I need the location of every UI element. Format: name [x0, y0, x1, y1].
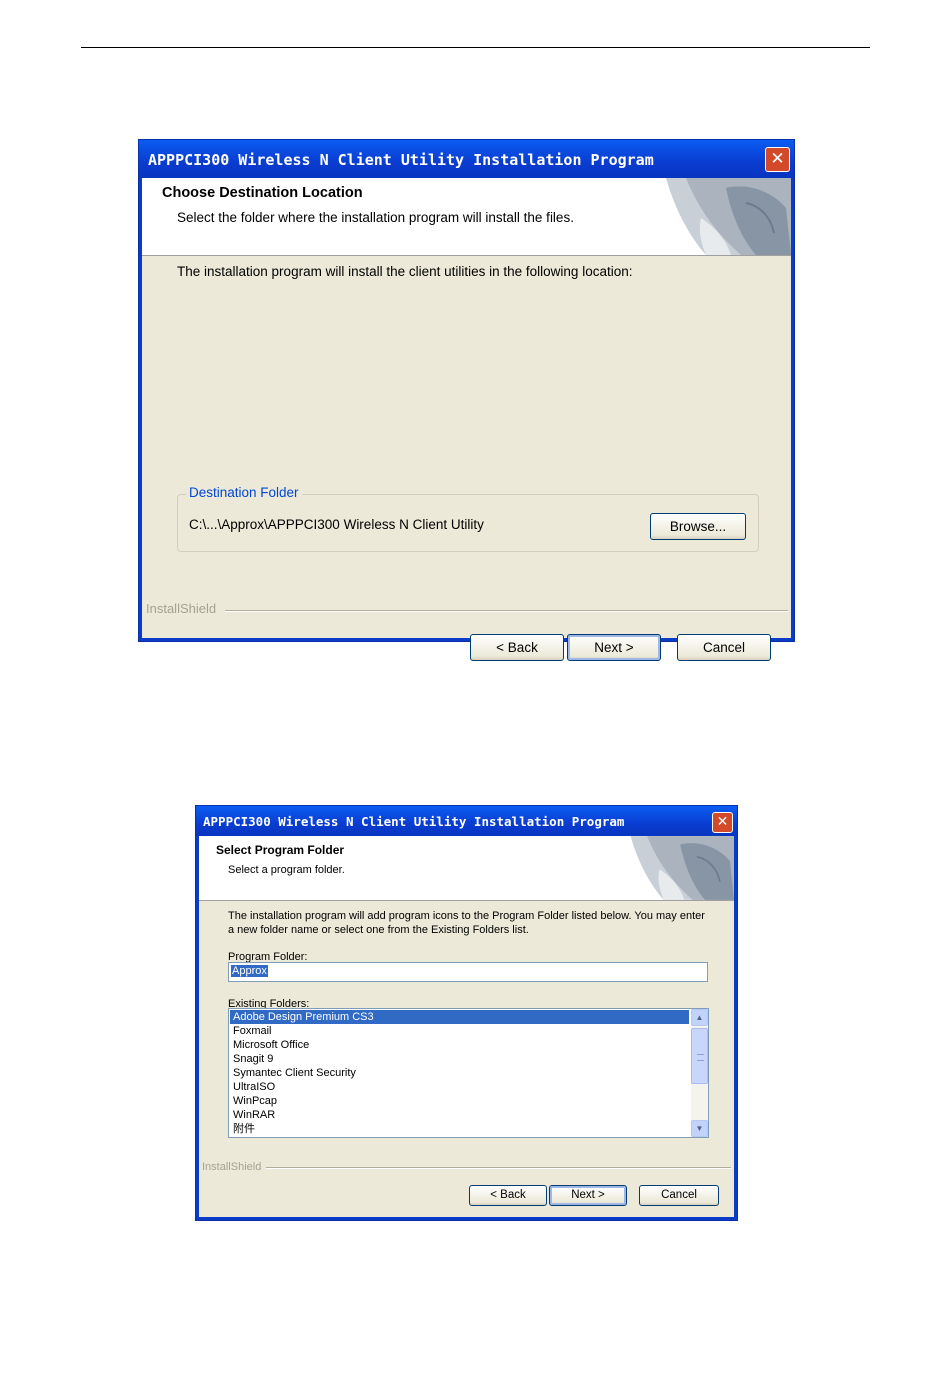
- folder-list-items: Adobe Design Premium CS3 Foxmail Microsoft…: [230, 1010, 689, 1136]
- footer-separator: [266, 1167, 731, 1169]
- footer-separator: [225, 610, 788, 612]
- folder-list-item[interactable]: Microsoft Office: [230, 1038, 689, 1052]
- window-title: APPPCI300 Wireless N Client Utility Inst…: [139, 140, 794, 178]
- program-folder-input[interactable]: Approx: [228, 962, 708, 982]
- header-subtitle: Select the folder where the installation…: [177, 210, 574, 225]
- page-header-rule: [81, 47, 870, 48]
- scroll-up-icon[interactable]: ▲: [691, 1009, 708, 1026]
- list-scrollbar[interactable]: ▲ ▼: [691, 1009, 708, 1137]
- destination-path: C:\...\Approx\APPPCI300 Wireless N Clien…: [189, 517, 484, 532]
- destination-folder-label: Destination Folder: [186, 485, 302, 500]
- header-title: Select Program Folder: [216, 843, 345, 857]
- header-subtitle: Select a program folder.: [228, 864, 345, 876]
- installshield-label: InstallShield: [202, 1161, 262, 1173]
- existing-folders-list[interactable]: Adobe Design Premium CS3 Foxmail Microsoft…: [228, 1008, 709, 1138]
- scroll-thumb[interactable]: [691, 1028, 708, 1084]
- scroll-grip: [697, 1054, 704, 1061]
- back-button[interactable]: < Back: [469, 1185, 547, 1206]
- next-button[interactable]: Next >: [549, 1185, 627, 1206]
- folder-list-item[interactable]: WinPcap: [230, 1094, 689, 1108]
- program-folder-instructions: The installation program will add progra…: [228, 910, 705, 936]
- choose-destination-dialog: APPPCI300 Wireless N Client Utility Inst…: [138, 139, 795, 661]
- next-button[interactable]: Next >: [567, 634, 661, 661]
- wizard-header: Choose Destination Location Select the f…: [142, 178, 791, 256]
- window-title: APPPCI300 Wireless N Client Utility Inst…: [196, 806, 737, 836]
- select-program-folder-dialog: APPPCI300 Wireless N Client Utility Inst…: [195, 805, 738, 1221]
- folder-list-item[interactable]: Foxmail: [230, 1024, 689, 1038]
- close-icon[interactable]: ✕: [712, 812, 733, 833]
- folder-list-item[interactable]: Snagit 9: [230, 1052, 689, 1066]
- header-title: Choose Destination Location: [162, 185, 363, 201]
- close-icon[interactable]: ✕: [765, 147, 790, 172]
- installshield-label: InstallShield: [146, 601, 217, 616]
- scroll-down-icon[interactable]: ▼: [691, 1120, 708, 1137]
- browse-button[interactable]: Browse...: [650, 513, 746, 540]
- folder-list-item[interactable]: Adobe Design Premium CS3: [230, 1010, 689, 1024]
- folder-list-item[interactable]: WinRAR: [230, 1108, 689, 1122]
- install-location-text: The installation program will install th…: [177, 264, 633, 279]
- cancel-button[interactable]: Cancel: [639, 1185, 719, 1206]
- folder-list-item[interactable]: 附件: [230, 1122, 689, 1136]
- folder-list-item[interactable]: Symantec Client Security: [230, 1066, 689, 1080]
- destination-folder-group: Destination Folder C:\...\Approx\APPPCI3…: [177, 485, 759, 552]
- cancel-button[interactable]: Cancel: [677, 634, 771, 661]
- installshield-logo-art: [630, 836, 734, 900]
- folder-list-item[interactable]: UltraISO: [230, 1080, 689, 1094]
- back-button[interactable]: < Back: [470, 634, 564, 661]
- installshield-logo-art: [666, 178, 791, 255]
- program-folder-value: Approx: [231, 965, 268, 977]
- dialog-client-area: Choose Destination Location Select the f…: [142, 178, 791, 661]
- wizard-header: Select Program Folder Select a program f…: [199, 836, 734, 901]
- dialog-client-area: Select Program Folder Select a program f…: [199, 836, 734, 1217]
